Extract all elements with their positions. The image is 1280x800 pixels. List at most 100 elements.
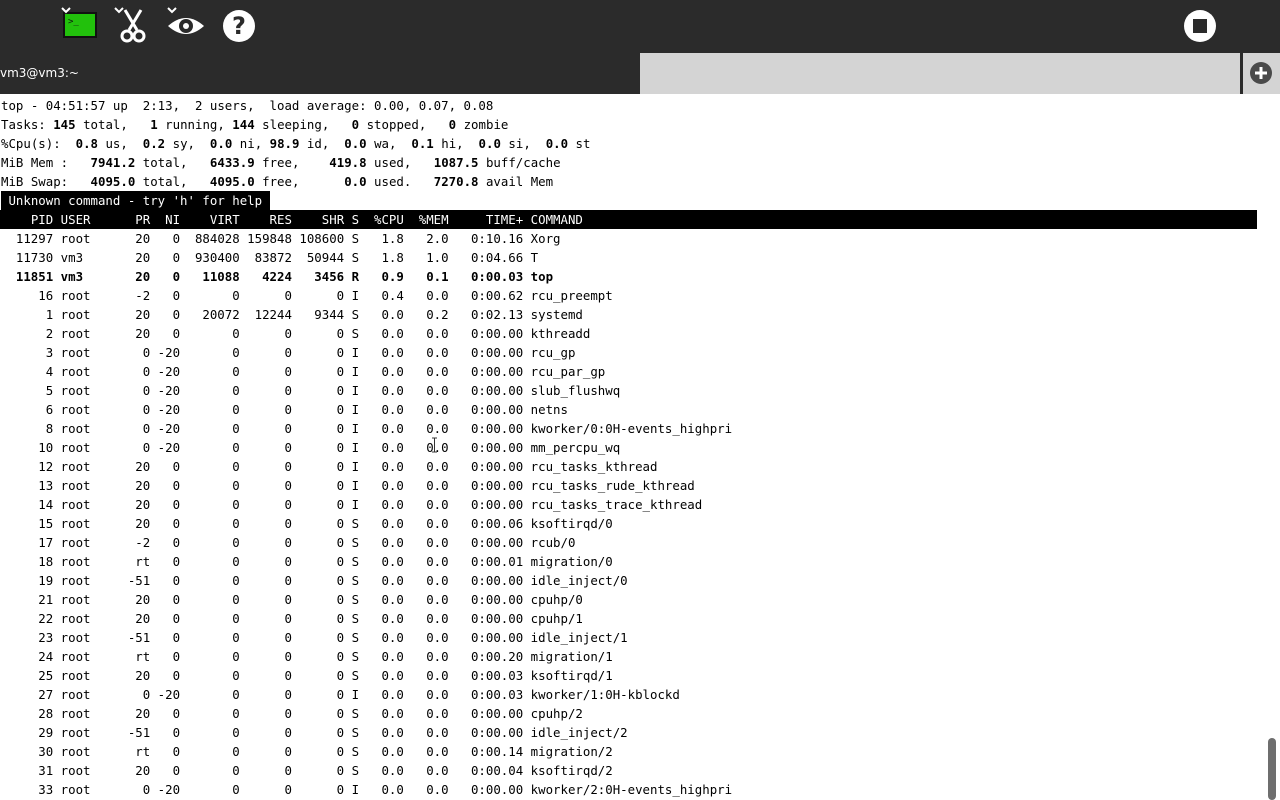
cell-user: root — [60, 421, 91, 436]
cell-ni: 0 — [172, 763, 181, 778]
cell-virt: 0 — [232, 649, 240, 664]
help-button[interactable]: ? — [219, 6, 259, 48]
cell-mem: 0.0 — [426, 459, 449, 474]
cell-virt: 0 — [232, 535, 240, 550]
cell-res: 0 — [284, 725, 292, 740]
mem-line: MiB Mem : 7941.2 total, 6433.9 free, 419… — [1, 155, 561, 170]
cell-mem: 0.0 — [426, 744, 449, 759]
cell-user: root — [60, 478, 91, 493]
cell-ni: 0 — [172, 459, 181, 474]
cell-time: 0:00.00 — [470, 345, 524, 360]
cell-mem: 0.0 — [426, 345, 449, 360]
cell-cpu: 0.0 — [381, 573, 404, 588]
cell-pr: rt — [135, 744, 151, 759]
cell-user: root — [60, 782, 91, 797]
view-menu-button[interactable] — [166, 6, 206, 48]
cell-ni: 0 — [172, 706, 181, 721]
cell-s: S — [351, 231, 360, 246]
cell-cpu: 0.0 — [381, 516, 404, 531]
terminal-menu-button[interactable]: >_ — [60, 6, 100, 48]
cell-cmd: kthreadd — [530, 326, 591, 341]
cell-virt: 0 — [232, 478, 240, 493]
cell-mem: 0.0 — [426, 440, 449, 455]
cell-time: 0:00.20 — [470, 649, 524, 664]
cell-s: S — [351, 706, 360, 721]
cell-pid: 22 — [38, 611, 54, 626]
cell-cpu: 0.0 — [381, 440, 404, 455]
cell-user: root — [60, 345, 91, 360]
table-row: 31 root 20 0 0 0 0 S 0.0 0.0 0:00.04 kso… — [1, 761, 612, 780]
cell-cpu: 0.0 — [381, 687, 404, 702]
cell-virt: 930400 — [194, 250, 240, 265]
cell-mem: 0.0 — [426, 497, 449, 512]
cell-s: I — [351, 421, 360, 436]
cell-pr: 20 — [135, 592, 151, 607]
cell-res: 0 — [284, 440, 292, 455]
scrollbar-thumb[interactable] — [1268, 738, 1276, 800]
cut-menu-button[interactable] — [113, 6, 153, 48]
help-icon: ? — [223, 10, 255, 42]
cell-cpu: 0.0 — [381, 402, 404, 417]
cell-shr: 0 — [336, 630, 345, 645]
tab-terminal[interactable]: vm3@vm3:~ — [0, 53, 640, 94]
svg-text:?: ? — [232, 12, 246, 40]
cell-ni: 0 — [172, 554, 181, 569]
cell-cmd: rcu_par_gp — [530, 364, 606, 379]
terminal-output[interactable]: top - 04:51:57 up 2:13, 2 users, load av… — [0, 94, 1264, 800]
cell-cpu: 0.0 — [381, 326, 404, 341]
table-row: 6 root 0 -20 0 0 0 I 0.0 0.0 0:00.00 net… — [1, 400, 568, 419]
cell-time: 0:00.14 — [470, 744, 524, 759]
cell-cmd: rcu_tasks_trace_kthread — [530, 497, 703, 512]
cell-res: 0 — [284, 554, 292, 569]
cell-cmd: rcu_preempt — [530, 288, 613, 303]
cell-virt: 0 — [232, 782, 240, 797]
cell-user: root — [60, 592, 91, 607]
cell-ni: 0 — [172, 649, 181, 664]
cell-user: root — [60, 231, 91, 246]
chevron-down-icon — [61, 7, 71, 14]
cell-ni: -20 — [157, 421, 181, 436]
cell-pid: 15 — [38, 516, 54, 531]
cell-pid: 14 — [38, 497, 54, 512]
table-row: 22 root 20 0 0 0 0 S 0.0 0.0 0:00.00 cpu… — [1, 609, 583, 628]
cell-shr: 0 — [336, 706, 345, 721]
cell-s: I — [351, 345, 360, 360]
cell-mem: 0.0 — [426, 573, 449, 588]
cell-s: S — [351, 592, 360, 607]
cpu-line: %Cpu(s): 0.8 us, 0.2 sy, 0.0 ni, 98.9 id… — [1, 136, 591, 151]
cell-virt: 0 — [232, 611, 240, 626]
tasks-line: Tasks: 145 total, 1 running, 144 sleepin… — [1, 117, 509, 132]
cell-res: 0 — [284, 364, 292, 379]
new-tab-button[interactable] — [1243, 53, 1280, 94]
cell-ni: 0 — [172, 630, 181, 645]
table-row: 11730 vm3 20 0 930400 83872 50944 S 1.8 … — [1, 248, 538, 267]
cell-shr: 0 — [336, 440, 345, 455]
cell-pr: 0 — [142, 345, 151, 360]
cell-mem: 0.0 — [426, 668, 449, 683]
stop-button[interactable] — [1180, 6, 1220, 48]
cell-cmd: ksoftirqd/1 — [530, 668, 613, 683]
scrollbar[interactable] — [1264, 94, 1280, 800]
cell-cmd: migration/1 — [530, 649, 613, 664]
cell-pid: 5 — [45, 383, 54, 398]
cell-time: 0:00.00 — [470, 497, 524, 512]
table-row: 18 root rt 0 0 0 0 S 0.0 0.0 0:00.01 mig… — [1, 552, 612, 571]
cell-res: 0 — [284, 573, 292, 588]
cell-cmd: kworker/2:0H-events_highpri — [530, 782, 733, 797]
cell-user: root — [60, 687, 91, 702]
cell-ni: -20 — [157, 364, 181, 379]
cell-virt: 0 — [232, 459, 240, 474]
cell-ni: 0 — [172, 326, 181, 341]
cell-ni: 0 — [172, 231, 181, 246]
table-row: 25 root 20 0 0 0 0 S 0.0 0.0 0:00.03 kso… — [1, 666, 613, 685]
cell-ni: 0 — [172, 744, 181, 759]
cell-res: 0 — [284, 402, 292, 417]
cell-s: S — [351, 250, 360, 265]
table-row: 4 root 0 -20 0 0 0 I 0.0 0.0 0:00.00 rcu… — [1, 362, 606, 381]
toolbar: >_ ? — [0, 0, 1280, 53]
cell-pr: 20 — [135, 459, 151, 474]
cell-virt: 0 — [232, 288, 240, 303]
cell-user: root — [60, 459, 91, 474]
cell-time: 0:00.00 — [470, 573, 524, 588]
cell-pid: 18 — [38, 554, 54, 569]
